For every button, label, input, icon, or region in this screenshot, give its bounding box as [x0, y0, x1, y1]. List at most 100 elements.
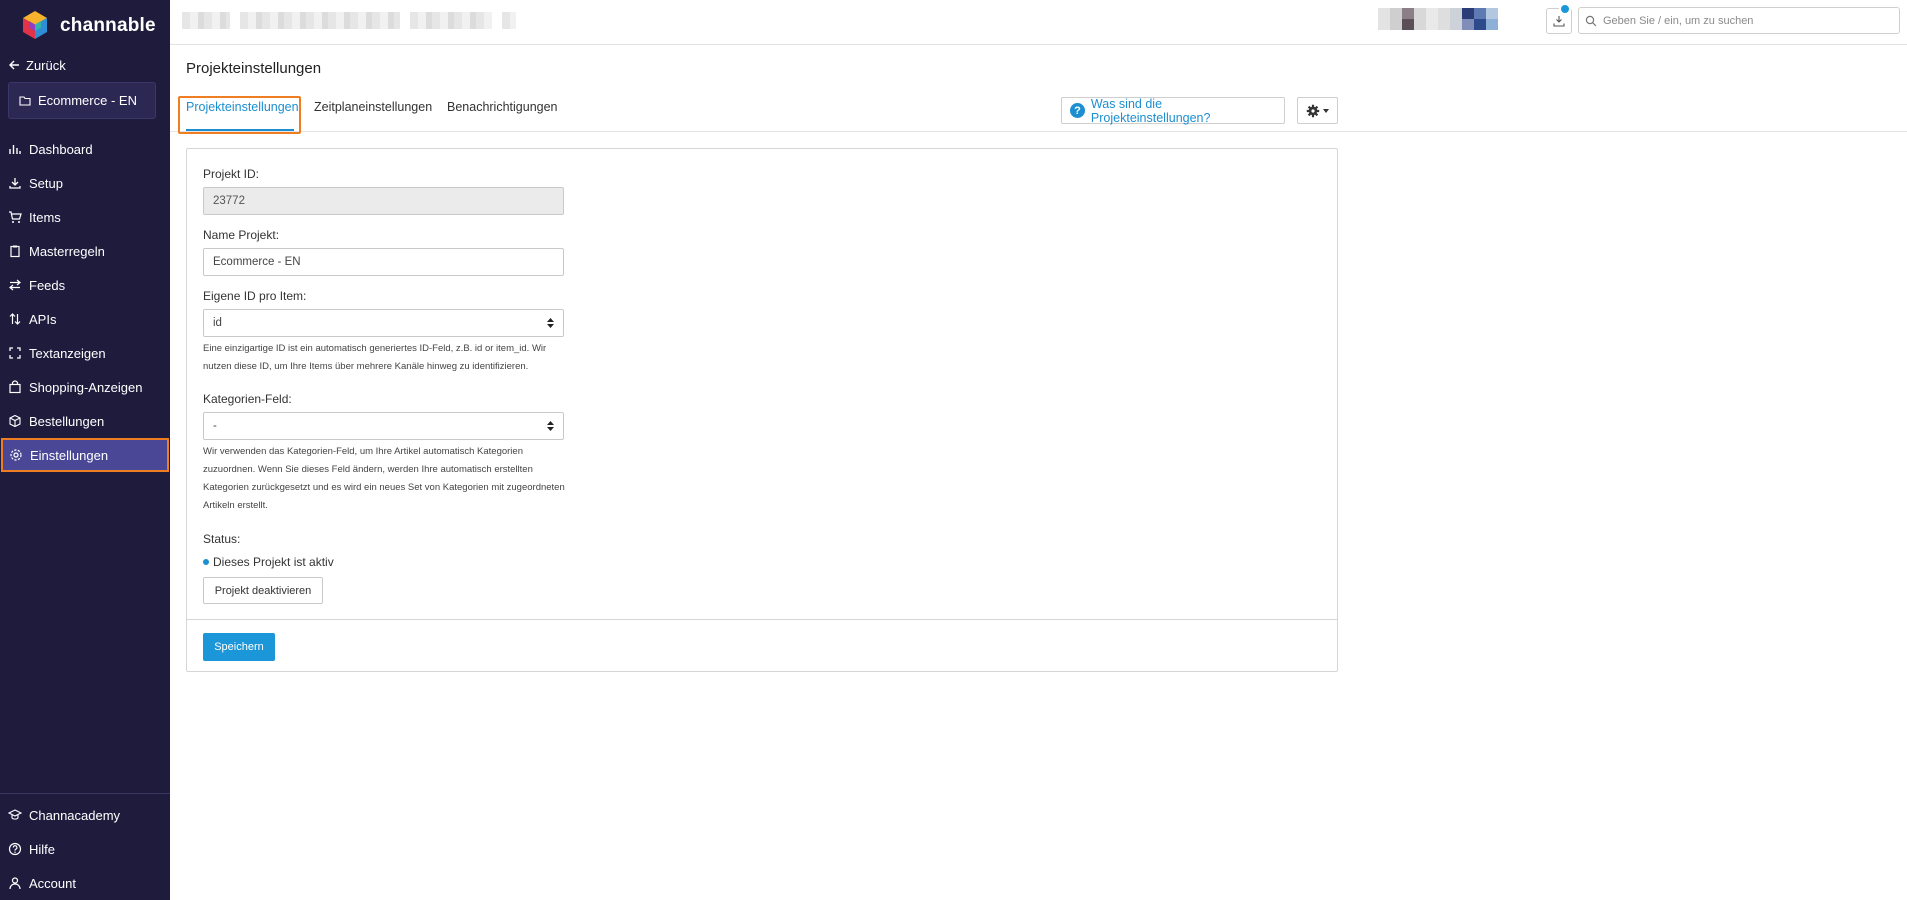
sidebar-item-label: Channacademy [29, 807, 121, 823]
status-dot [203, 559, 209, 565]
sidebar-item-label: Shopping-Anzeigen [29, 379, 143, 395]
settings-dropdown-button[interactable] [1297, 97, 1338, 124]
sidebar-item-label: APIs [29, 311, 57, 327]
category-field-select[interactable]: - [203, 412, 564, 440]
help-button-label: Was sind die Projekteinstellungen? [1090, 96, 1211, 125]
settings-panel: Projekt ID: Name Projekt: Eigene ID pro … [186, 148, 1338, 672]
sidebar-item-label: Masterregeln [29, 243, 105, 259]
project-id-field [203, 187, 564, 215]
shopping-bag-icon [9, 380, 21, 394]
panel-footer-divider [187, 619, 1337, 620]
tab-projekteinstellungen[interactable]: Projekteinstellungen [186, 100, 299, 114]
avatar [1474, 8, 1486, 30]
sidebar-item-account[interactable]: Account [0, 866, 170, 900]
sidebar-item-masterregeln[interactable]: Masterregeln [0, 234, 170, 268]
category-select-value: - [213, 420, 217, 432]
tab-zeitplaneinstellungen[interactable]: Zeitplaneinstellungen [314, 100, 432, 114]
bar-chart-icon [9, 145, 21, 154]
breadcrumb [502, 12, 516, 29]
gear-icon [10, 449, 22, 461]
category-help-text: Wir verwenden das Kategorien-Feld, um Ih… [203, 446, 565, 511]
own-id-select[interactable]: id [203, 309, 564, 337]
arrows-up-down-icon [9, 313, 21, 325]
search-icon [1585, 15, 1597, 26]
notification-badge [1559, 3, 1571, 15]
question-circle-icon [8, 842, 22, 856]
sidebar-item-label: Textanzeigen [29, 345, 106, 361]
own-id-help-text: Eine einzigartige ID ist ein automatisch… [203, 343, 547, 372]
sidebar-item-shopping-anzeigen[interactable]: Shopping-Anzeigen [0, 370, 170, 404]
search-box[interactable] [1578, 7, 1900, 34]
breadcrumb [182, 12, 230, 29]
project-selector[interactable]: Ecommerce - EN [8, 82, 156, 119]
avatar [1426, 8, 1438, 30]
sidebar-item-einstellungen[interactable]: Einstellungen [1, 438, 169, 472]
sidebar-nav: Dashboard Setup Items Masterregeln Feeds… [0, 132, 170, 472]
breadcrumb [240, 12, 400, 29]
avatar [1438, 8, 1450, 30]
brand-logo[interactable]: channable [18, 8, 156, 44]
sidebar-item-items[interactable]: Items [0, 200, 170, 234]
breadcrumb [410, 12, 492, 29]
arrow-left-icon [9, 60, 19, 70]
deactivate-project-button[interactable]: Projekt deaktivieren [203, 577, 323, 604]
topbar [170, 0, 1907, 45]
project-name: Ecommerce - EN [38, 93, 137, 108]
folder-icon [19, 96, 31, 106]
sidebar-item-label: Hilfe [29, 841, 56, 857]
tab-benachrichtigungen[interactable]: Benachrichtigungen [447, 100, 558, 114]
active-tab-underline [186, 129, 294, 131]
page-title: Projekteinstellungen [186, 60, 322, 77]
download-tray-icon [1553, 16, 1565, 27]
sidebar-item-label: Dashboard [29, 141, 93, 157]
download-tray-icon [9, 178, 21, 189]
avatar [1414, 8, 1426, 30]
sidebar-item-label: Account [29, 875, 76, 891]
sidebar-item-label: Einstellungen [30, 447, 109, 463]
sidebar-item-textanzeigen[interactable]: Textanzeigen [0, 336, 170, 370]
caret-down-icon [1323, 108, 1329, 113]
avatar [1462, 8, 1474, 30]
sort-arrows-icon [547, 421, 554, 431]
avatar [1378, 8, 1390, 30]
own-id-label: Eigene ID pro Item: [203, 289, 307, 303]
sidebar-item-bestellungen[interactable]: Bestellungen [0, 404, 170, 438]
brand-name: channable [60, 15, 156, 36]
app-root: channable Zurück Ecommerce - EN Dashboar… [0, 0, 1907, 900]
user-icon [9, 877, 21, 890]
sidebar-item-hilfe[interactable]: Hilfe [0, 832, 170, 866]
sidebar-item-setup[interactable]: Setup [0, 166, 170, 200]
user-avatars[interactable] [1378, 8, 1498, 30]
sidebar-item-apis[interactable]: APIs [0, 302, 170, 336]
status-label: Status: [203, 532, 241, 546]
tabs-divider [170, 131, 1907, 132]
status-text: Dieses Projekt ist aktiv [213, 555, 334, 569]
sidebar: channable Zurück Ecommerce - EN Dashboar… [0, 0, 170, 900]
frame-corners-icon [9, 347, 21, 359]
sidebar-item-dashboard[interactable]: Dashboard [0, 132, 170, 166]
category-field-label: Kategorien-Feld: [203, 392, 292, 406]
search-input[interactable] [1603, 14, 1893, 27]
avatar [1486, 8, 1498, 30]
status-indicator: Dieses Projekt ist aktiv [203, 555, 334, 569]
sidebar-item-label: Items [29, 209, 61, 225]
sidebar-item-label: Setup [29, 175, 63, 191]
avatar [1450, 8, 1462, 30]
sidebar-bottom-nav: Channacademy Hilfe Account [0, 793, 170, 900]
sidebar-item-feeds[interactable]: Feeds [0, 268, 170, 302]
avatar [1390, 8, 1402, 30]
own-id-select-value: id [213, 317, 222, 329]
sidebar-item-channacademy[interactable]: Channacademy [0, 798, 170, 832]
project-name-field[interactable] [203, 248, 564, 276]
save-button[interactable]: Speichern [203, 633, 275, 661]
gear-icon [1306, 104, 1320, 117]
clipboard-icon [10, 245, 20, 258]
question-circle-icon: ? [1070, 103, 1085, 118]
back-link[interactable]: Zurück [8, 55, 66, 75]
back-link-label: Zurück [26, 57, 66, 73]
help-button[interactable]: ? Was sind die Projekteinstellungen? [1061, 96, 1285, 125]
project-id-label: Projekt ID: [203, 167, 260, 181]
sort-arrows-icon [547, 318, 554, 328]
cart-icon [9, 211, 22, 223]
graduation-cap-icon [8, 809, 22, 820]
